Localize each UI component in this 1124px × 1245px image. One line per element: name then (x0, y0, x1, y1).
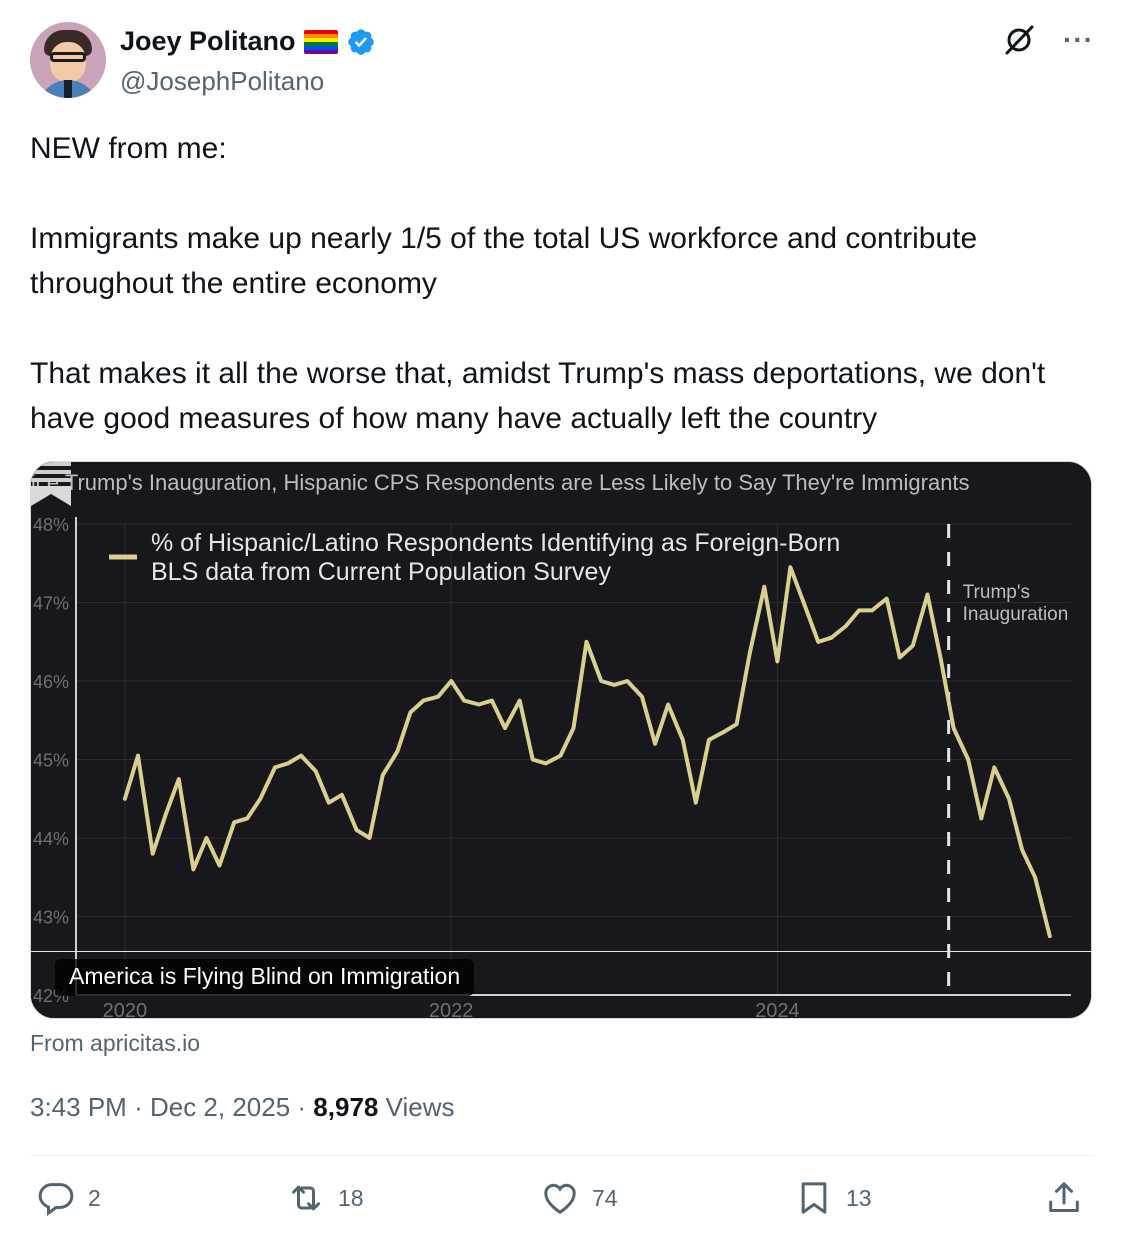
reply-count: 2 (88, 1184, 101, 1211)
tweet-time[interactable]: 3:43 PM (30, 1092, 127, 1122)
heart-icon (544, 1183, 576, 1214)
chart: ice Trump's Inauguration, Hispanic CPS R… (31, 462, 1091, 1019)
legend-label: BLS data from Current Population Survey (151, 558, 611, 586)
x-tick-label: 2024 (755, 1000, 800, 1019)
tweet-paragraph: Immigrants make up nearly 1/5 of the tot… (30, 222, 978, 300)
x-tick-label: 2020 (103, 1000, 148, 1019)
y-tick-label: 48% (33, 515, 69, 535)
y-tick-label: 44% (33, 829, 69, 849)
legend-label: % of Hispanic/Latino Respondents Identif… (151, 529, 840, 557)
y-tick-label: 45% (33, 751, 69, 771)
x-tick-label: 2022 (429, 1000, 474, 1019)
share-icon (1049, 1182, 1079, 1212)
y-tick-label: 47% (33, 594, 69, 614)
link-card[interactable]: ice Trump's Inauguration, Hispanic CPS R… (30, 461, 1092, 1019)
divider (30, 1155, 1094, 1156)
views-count: 8,978 (313, 1092, 379, 1122)
tweet-meta: 3:43 PM · Dec 2, 2025 · 8,978 Views (30, 1092, 455, 1122)
repost-count: 18 (338, 1184, 364, 1211)
repost-button[interactable]: 18 (286, 1178, 364, 1218)
card-divider (31, 951, 1091, 952)
bookmark-icon (801, 1182, 827, 1214)
grok-icon[interactable] (1001, 22, 1037, 58)
bookmark-button[interactable]: 13 (794, 1178, 872, 1218)
author-name[interactable]: Joey Politano (120, 26, 296, 57)
annotation-label: Inauguration (963, 604, 1069, 625)
apricitas-logo-icon (31, 462, 71, 506)
tweet-paragraph: NEW from me: (30, 132, 227, 165)
bookmark-count: 13 (846, 1184, 872, 1211)
avatar[interactable] (30, 22, 106, 98)
verified-badge-icon[interactable] (346, 27, 376, 57)
author-handle[interactable]: @JosephPolitano (120, 66, 324, 97)
y-tick-label: 46% (33, 672, 69, 692)
views-label: Views (385, 1092, 455, 1122)
card-source[interactable]: From apricitas.io (30, 1030, 200, 1057)
like-count: 74 (592, 1184, 618, 1211)
annotation-label: Trump's (963, 582, 1030, 603)
reply-button[interactable]: 2 (36, 1178, 101, 1218)
rainbow-flag-icon (303, 29, 338, 54)
tweet-text: NEW from me: Immigrants make up nearly 1… (30, 126, 1094, 441)
tweet-actions: 2 18 74 13 (30, 1178, 1094, 1224)
share-button[interactable] (1044, 1178, 1084, 1218)
tweet-top-actions: ··· (1001, 22, 1094, 58)
card-title: America is Flying Blind on Immigration (55, 959, 475, 996)
tweet-date[interactable]: Dec 2, 2025 (150, 1092, 290, 1122)
repost-icon (292, 1185, 320, 1211)
y-tick-label: 43% (33, 908, 69, 928)
like-button[interactable]: 74 (540, 1178, 618, 1218)
tweet-header: Joey Politano @JosephPolitano ··· (30, 22, 1094, 102)
tweet-paragraph: That makes it all the worse that, amidst… (30, 357, 1046, 435)
reply-icon (38, 1183, 74, 1216)
more-options-icon[interactable]: ··· (1063, 22, 1094, 58)
chart-title: ice Trump's Inauguration, Hispanic CPS R… (31, 470, 970, 495)
author-name-row: Joey Politano (120, 26, 376, 57)
